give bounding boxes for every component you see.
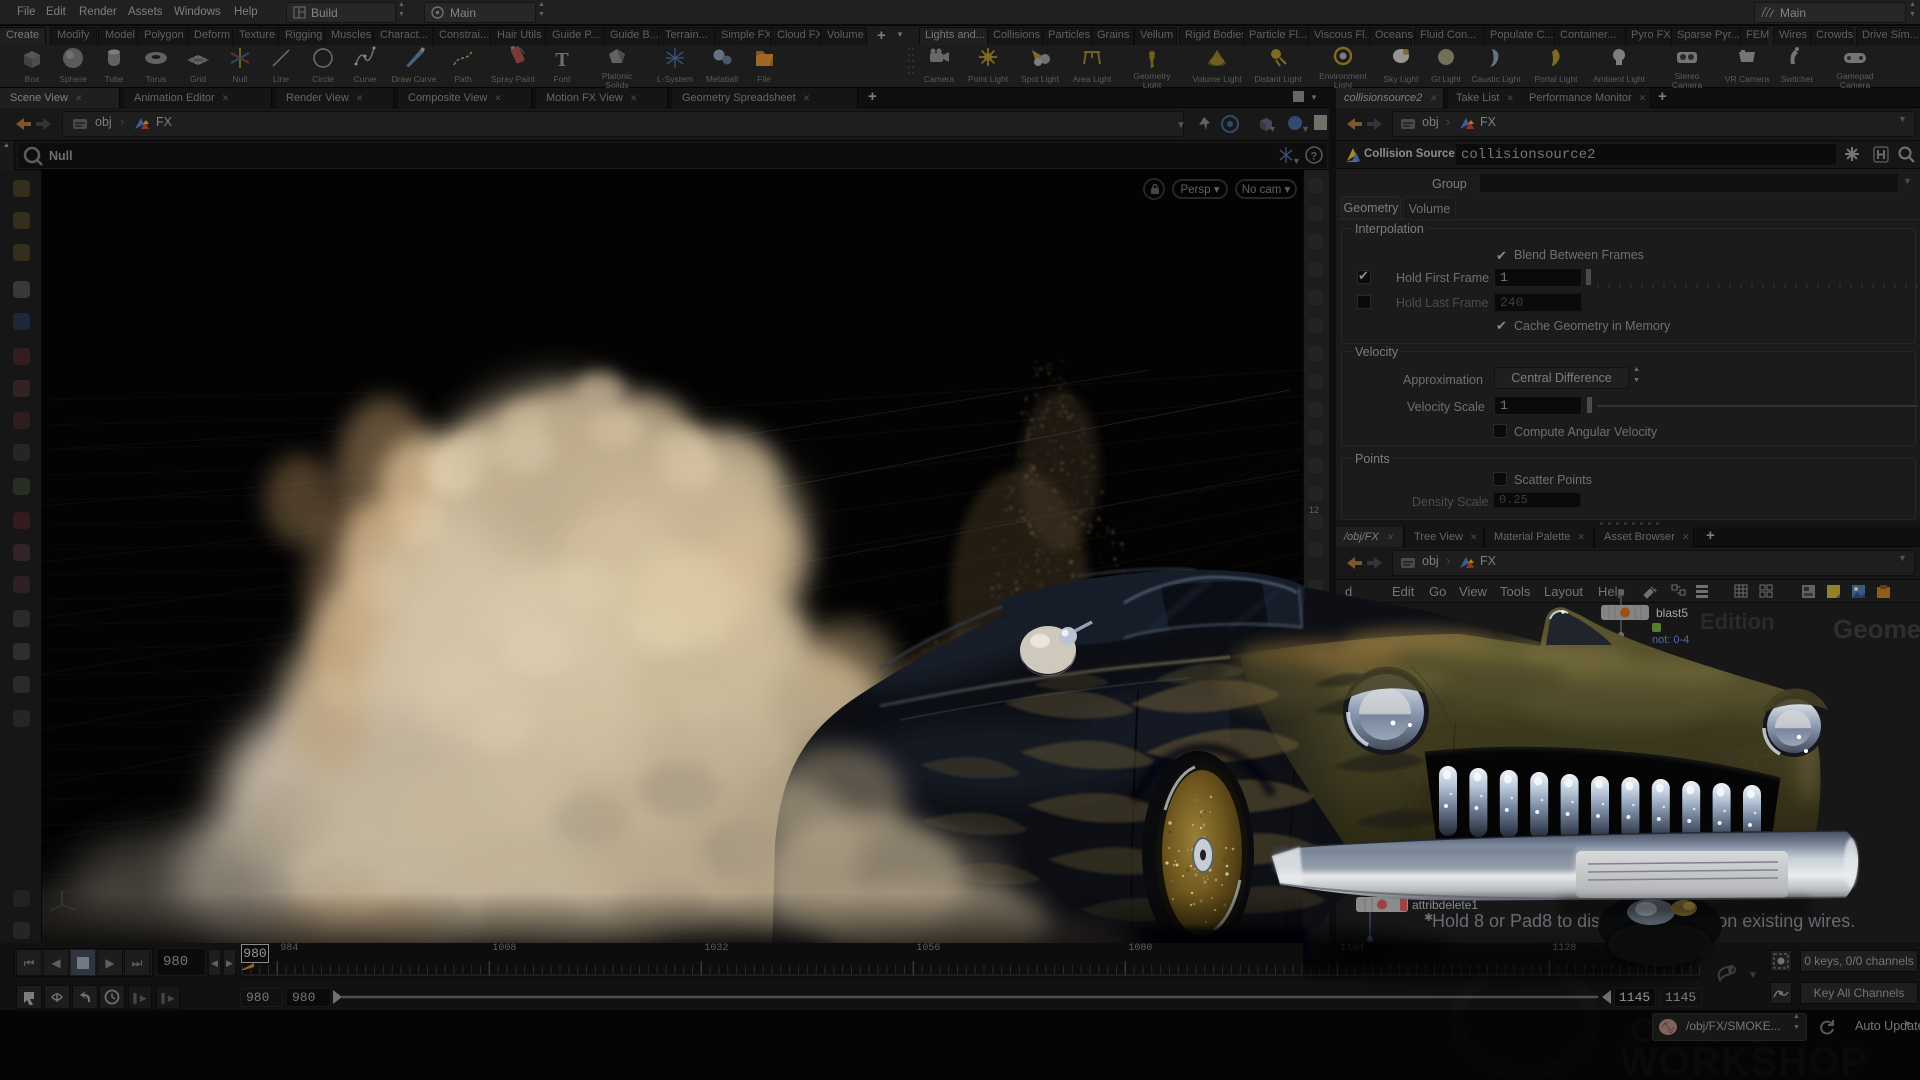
svg-text:▼: ▼	[1301, 124, 1310, 134]
svg-text:▼: ▼	[1292, 156, 1301, 166]
svg-text:▼: ▼	[1176, 120, 1186, 131]
svg-text:T: T	[555, 49, 569, 71]
svg-text:?: ?	[1311, 151, 1318, 163]
svg-text:▼: ▼	[1268, 124, 1277, 134]
svg-text:▼: ▼	[1748, 970, 1758, 981]
svg-text:+: +	[1653, 586, 1658, 595]
